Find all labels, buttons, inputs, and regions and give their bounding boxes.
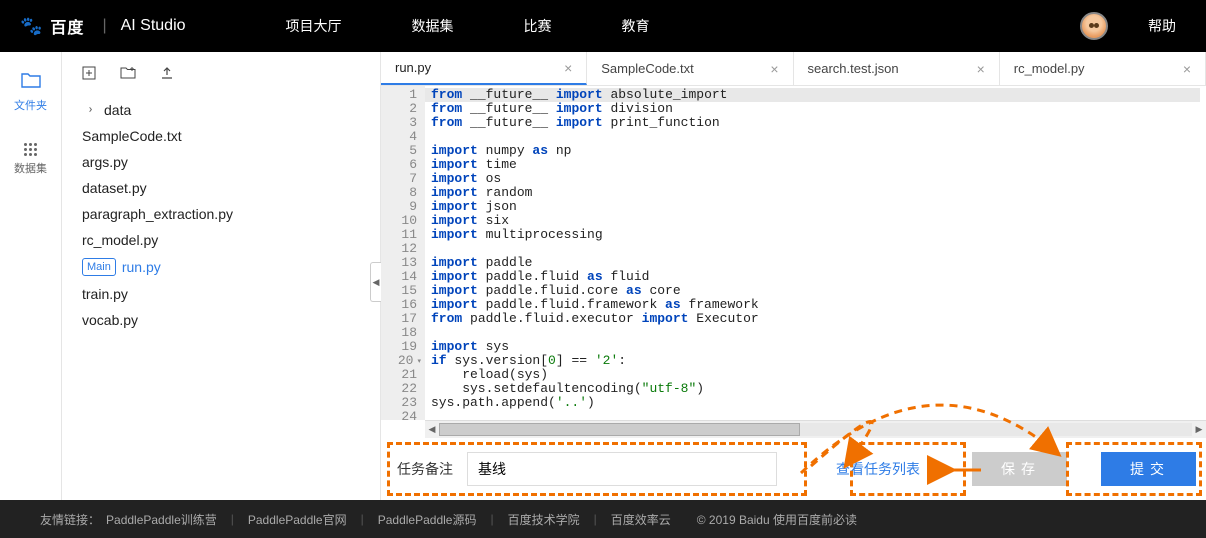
file-args[interactable]: args.py [80,149,362,175]
help-link[interactable]: 帮助 [1148,16,1176,36]
logo[interactable]: 🐾 百度 | AI Studio [20,14,186,38]
top-nav: 项目大厅 数据集 比赛 教育 [246,16,1080,36]
rail-dataset[interactable]: 数据集 [14,143,47,176]
nav-project-hall[interactable]: 项目大厅 [286,16,342,36]
nav-education[interactable]: 教育 [622,16,650,36]
footer-link-5[interactable]: 百度效率云 [611,511,671,528]
nav-dataset[interactable]: 数据集 [412,16,454,36]
file-panel: data SampleCode.txt args.py dataset.py p… [62,52,380,500]
tab-label: rc_model.py [1014,61,1085,76]
scroll-track[interactable] [439,423,1192,436]
upload-icon[interactable] [160,66,174,83]
editor-tabs: run.py × SampleCode.txt × search.test.js… [381,52,1206,86]
file-dataset[interactable]: dataset.py [80,175,362,201]
footer-link-4[interactable]: 百度技术学院 [508,511,580,528]
close-icon[interactable]: × [977,61,985,77]
rail-files[interactable]: 文件夹 [14,72,47,113]
logo-separator: | [102,17,106,35]
footer-prefix: 友情链接： [40,511,100,528]
footer-link-3[interactable]: PaddlePaddle源码 [378,511,477,528]
rail-files-label: 文件夹 [14,97,47,113]
tab-label: run.py [395,60,431,75]
footer-link-2[interactable]: PaddlePaddle官网 [248,511,347,528]
footer-copyright: © 2019 Baidu 使用百度前必读 [697,511,857,528]
logo-brand: 百度 [50,14,84,38]
file-tree: data SampleCode.txt args.py dataset.py p… [80,97,362,500]
dataset-icon [24,143,37,156]
left-rail: 文件夹 数据集 [0,52,62,500]
tab-search-test-json[interactable]: search.test.json × [794,52,1000,85]
gutter: 123456789101112131415161718192021222324 [381,86,425,420]
scroll-left-icon[interactable]: ◀ [425,421,439,438]
footer: 友情链接： PaddlePaddle训练营| PaddlePaddle官网| P… [0,500,1206,538]
editor-wrap: ◀ run.py × SampleCode.txt × search.test.… [380,52,1206,500]
file-actions [80,66,362,83]
file-paragraph-extraction[interactable]: paragraph_extraction.py [80,201,362,227]
rail-dataset-label: 数据集 [14,160,47,176]
code-editor[interactable]: 123456789101112131415161718192021222324 … [381,86,1206,420]
main-badge: Main [82,258,116,276]
submit-button[interactable]: 提交 [1101,452,1196,486]
task-remark-label: 任务备注 [397,459,453,479]
folder-data[interactable]: data [80,97,362,123]
top-header: 🐾 百度 | AI Studio 项目大厅 数据集 比赛 教育 帮助 [0,0,1206,52]
collapse-handle[interactable]: ◀ [370,262,381,302]
bottom-bar: 任务备注 查看任务列表 保存 提交 [381,438,1206,500]
close-icon[interactable]: × [1183,61,1191,77]
code-area[interactable]: from __future__ import absolute_importfr… [425,86,1206,420]
new-file-icon[interactable] [82,66,96,83]
horizontal-scrollbar[interactable]: ◀ ▶ [425,420,1206,438]
close-icon[interactable]: × [564,60,572,76]
main-area: 文件夹 数据集 data SampleCode.txt args.py da [0,52,1206,500]
view-task-list-link[interactable]: 查看任务列表 [830,459,926,479]
folder-icon [21,72,41,93]
tab-samplecode[interactable]: SampleCode.txt × [587,52,793,85]
file-train[interactable]: train.py [80,281,362,307]
new-folder-icon[interactable] [120,66,136,83]
scroll-thumb[interactable] [439,423,800,436]
tab-run-py[interactable]: run.py × [381,52,587,85]
task-remark-input[interactable] [467,452,777,486]
scroll-right-icon[interactable]: ▶ [1192,421,1206,438]
footer-link-1[interactable]: PaddlePaddle训练营 [106,511,217,528]
save-button[interactable]: 保存 [972,452,1067,486]
file-run[interactable]: Main run.py [80,253,362,281]
file-rc-model[interactable]: rc_model.py [80,227,362,253]
logo-product: AI Studio [121,17,186,35]
tab-rc-model[interactable]: rc_model.py × [1000,52,1206,85]
avatar[interactable] [1080,12,1108,40]
close-icon[interactable]: × [770,61,778,77]
tab-label: SampleCode.txt [601,61,694,76]
nav-competition[interactable]: 比赛 [524,16,552,36]
tab-label: search.test.json [808,61,899,76]
file-samplecode[interactable]: SampleCode.txt [80,123,362,149]
file-run-label: run.py [122,259,161,275]
paw-icon: 🐾 [20,16,42,37]
file-vocab[interactable]: vocab.py [80,307,362,333]
